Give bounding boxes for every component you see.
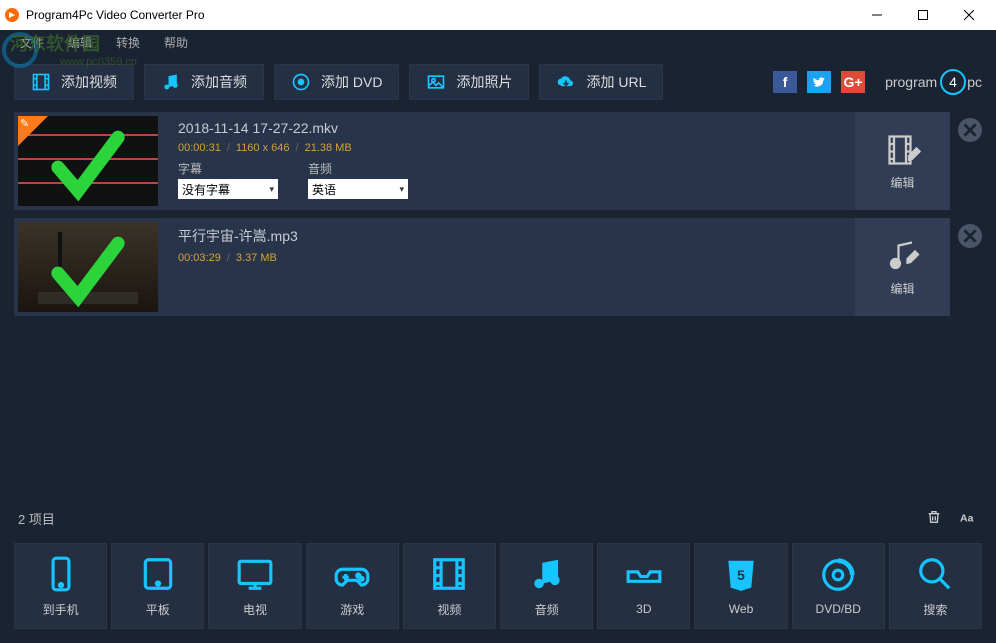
add-video-button[interactable]: 添加视频 <box>14 64 134 100</box>
list-item[interactable]: 平行宇宙-许嵩.mp3 00:03:29/3.37 MB 编辑 <box>14 218 982 316</box>
phone-icon <box>42 555 80 593</box>
edit-button[interactable]: 编辑 <box>855 112 950 210</box>
check-icon <box>48 230 128 312</box>
edit-label: 编辑 <box>890 174 914 191</box>
category-3d[interactable]: 3D <box>597 543 690 629</box>
image-icon <box>426 72 446 92</box>
status-bar: 2 项目 Aa <box>0 503 996 533</box>
category-game[interactable]: 游戏 <box>306 543 399 629</box>
file-meta: 00:03:29/3.37 MB <box>178 252 845 264</box>
category-search[interactable]: 搜索 <box>889 543 982 629</box>
thumbnail[interactable]: ✎ <box>18 116 158 206</box>
category-dvd[interactable]: DVD/BD <box>792 543 885 629</box>
brand-circle-icon: 4 <box>939 68 967 96</box>
glasses-3d-icon <box>625 556 663 594</box>
list-item[interactable]: ✎ 2018-11-14 17-27-22.mkv 00:00:31/1160 … <box>14 112 982 210</box>
toolbar: 添加视频 添加音频 添加 DVD 添加照片 添加 URL f G+ progra… <box>0 54 996 102</box>
category-bar: 到手机 平板 电视 游戏 视频 音频 <box>0 533 996 643</box>
add-dvd-button[interactable]: 添加 DVD <box>274 64 399 100</box>
googleplus-button[interactable]: G+ <box>841 71 865 93</box>
disc-icon <box>291 72 311 92</box>
film-edit-icon <box>885 132 921 168</box>
music-edit-icon <box>885 238 921 274</box>
maximize-button[interactable] <box>900 0 946 30</box>
cloud-icon <box>556 72 576 92</box>
category-tablet[interactable]: 平板 <box>111 543 204 629</box>
remove-item-button[interactable] <box>958 224 982 248</box>
filename: 平行宇宙-许嵩.mp3 <box>178 226 845 246</box>
edit-label: 编辑 <box>890 280 914 297</box>
audio-track-label: 音频 <box>308 160 408 177</box>
category-audio[interactable]: 音频 <box>500 543 593 629</box>
film-icon <box>31 72 51 92</box>
filename: 2018-11-14 17-27-22.mkv <box>178 120 845 136</box>
edit-button[interactable]: 编辑 <box>855 218 950 316</box>
facebook-button[interactable]: f <box>773 71 797 93</box>
add-audio-button[interactable]: 添加音频 <box>144 64 264 100</box>
svg-text:4: 4 <box>949 74 957 90</box>
edit-badge-icon: ✎ <box>20 117 29 130</box>
check-icon <box>48 124 128 206</box>
audio-icon <box>528 555 566 593</box>
file-meta: 00:00:31/1160 x 646/21.38 MB <box>178 142 845 154</box>
menu-file[interactable]: 文件 <box>8 34 56 51</box>
file-list: ✎ 2018-11-14 17-27-22.mkv 00:00:31/1160 … <box>0 102 996 503</box>
dvd-icon <box>819 556 857 594</box>
add-photo-button[interactable]: 添加照片 <box>409 64 529 100</box>
app-icon <box>4 7 20 23</box>
add-photo-label: 添加照片 <box>456 72 512 92</box>
menu-help[interactable]: 帮助 <box>152 34 200 51</box>
brand-logo: program 4 pc <box>885 68 982 96</box>
add-audio-label: 添加音频 <box>191 72 247 92</box>
twitter-button[interactable] <box>807 71 831 93</box>
category-video[interactable]: 视频 <box>403 543 496 629</box>
rename-button[interactable]: Aa <box>960 509 978 528</box>
add-dvd-label: 添加 DVD <box>321 72 382 92</box>
titlebar: Program4Pc Video Converter Pro <box>0 0 996 30</box>
svg-text:5: 5 <box>737 568 745 584</box>
remove-item-button[interactable] <box>958 118 982 142</box>
menu-edit[interactable]: 编辑 <box>56 34 104 51</box>
video-icon <box>430 555 468 593</box>
item-count: 2 项目 <box>18 509 55 528</box>
delete-all-button[interactable] <box>926 509 942 528</box>
menubar: 文件 编辑 转换 帮助 <box>0 30 996 54</box>
window-title: Program4Pc Video Converter Pro <box>26 8 205 22</box>
add-url-button[interactable]: 添加 URL <box>539 64 663 100</box>
add-url-label: 添加 URL <box>586 72 646 92</box>
music-icon <box>161 72 181 92</box>
html5-icon: 5 <box>722 556 760 594</box>
subtitle-select[interactable]: 没有字幕 <box>178 179 278 199</box>
thumbnail[interactable] <box>18 222 158 312</box>
search-icon <box>916 555 954 593</box>
audio-track-select[interactable]: 英语 <box>308 179 408 199</box>
add-video-label: 添加视频 <box>61 72 117 92</box>
category-phone[interactable]: 到手机 <box>14 543 107 629</box>
close-button[interactable] <box>946 0 992 30</box>
gamepad-icon <box>333 555 371 593</box>
svg-text:Aa: Aa <box>960 512 974 524</box>
category-tv[interactable]: 电视 <box>208 543 301 629</box>
category-web[interactable]: 5 Web <box>694 543 787 629</box>
minimize-button[interactable] <box>854 0 900 30</box>
tv-icon <box>236 555 274 593</box>
subtitle-label: 字幕 <box>178 160 278 177</box>
menu-convert[interactable]: 转换 <box>104 34 152 51</box>
tablet-icon <box>139 555 177 593</box>
